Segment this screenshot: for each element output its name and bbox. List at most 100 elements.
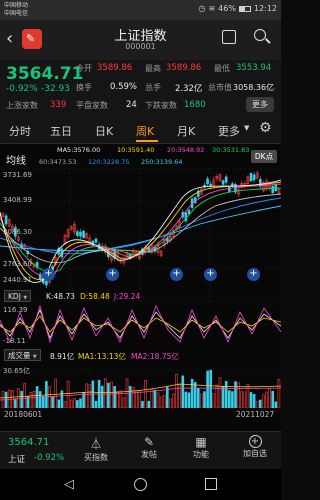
ma10-label: 10:3591.40 bbox=[117, 146, 155, 154]
add-marker-button[interactable]: + bbox=[170, 268, 183, 281]
function-button[interactable]: ▦ 功能 bbox=[186, 435, 216, 460]
back-triangle-icon[interactable]: ◁ bbox=[64, 477, 74, 492]
tab-weekly-k[interactable]: 周K bbox=[136, 123, 154, 139]
candle-body bbox=[94, 238, 98, 243]
volume-bar bbox=[252, 394, 256, 408]
low-value: 3553.94 bbox=[236, 63, 272, 73]
candle-body bbox=[76, 231, 79, 236]
dropdown-icon: ▼ bbox=[23, 295, 28, 301]
volume-bar bbox=[138, 390, 141, 408]
tab-more[interactable]: 更多 bbox=[218, 123, 240, 139]
plus-circle-icon: + bbox=[248, 435, 262, 448]
volume-chart[interactable] bbox=[0, 364, 281, 408]
open-value: 3589.86 bbox=[97, 63, 133, 73]
volume-bar bbox=[187, 392, 191, 408]
candle-body bbox=[79, 231, 82, 237]
price-axis-3: 3086.30 bbox=[3, 228, 32, 236]
price-axis-4: 2763.60 bbox=[3, 260, 32, 268]
ma20-label: 20:3548.92 bbox=[167, 146, 205, 154]
down-count-label: 下跌家数 bbox=[145, 101, 177, 110]
volume-bar bbox=[268, 387, 271, 408]
volume-bar bbox=[203, 391, 206, 408]
volume-bar bbox=[122, 397, 126, 408]
dk-point-button[interactable]: DK点 bbox=[251, 150, 277, 163]
candle-body bbox=[206, 178, 209, 185]
volume-bar bbox=[156, 392, 160, 408]
candle-body bbox=[4, 215, 8, 225]
clock: 12:12 bbox=[253, 4, 277, 13]
kdj-chart[interactable] bbox=[0, 304, 281, 344]
volume-bar bbox=[32, 390, 36, 408]
volume-bar bbox=[110, 381, 113, 408]
volume-bar bbox=[4, 391, 8, 408]
candle-body bbox=[252, 174, 256, 181]
tab-daily-k[interactable]: 日K bbox=[95, 123, 113, 139]
add-marker-button[interactable]: + bbox=[106, 268, 119, 281]
home-circle-icon[interactable] bbox=[134, 478, 147, 491]
volume-bar bbox=[54, 378, 58, 408]
more-button[interactable]: 更多 bbox=[246, 97, 274, 112]
volume-bar bbox=[193, 382, 197, 408]
kdj-axis-bottom: -18.11 bbox=[3, 337, 26, 345]
candlestick-chart[interactable] bbox=[0, 168, 281, 302]
volume-bar bbox=[274, 401, 278, 408]
price-axis-top: 3731.69 bbox=[3, 171, 32, 179]
volume-bar bbox=[113, 386, 116, 408]
carrier-1: 中国移动 bbox=[4, 2, 29, 9]
add-marker-button[interactable]: + bbox=[42, 268, 55, 281]
function-label: 功能 bbox=[193, 450, 209, 459]
volume-bar bbox=[262, 394, 265, 408]
status-right: ◷ ≋ 46% 12:12 bbox=[198, 4, 277, 13]
add-watchlist-label: 加自选 bbox=[243, 449, 267, 458]
buy-index-button[interactable]: ⏃ 买指数 bbox=[80, 435, 112, 463]
volume-bar bbox=[144, 380, 147, 408]
turnover-label: 换手 bbox=[76, 83, 92, 92]
low-label: 最低 bbox=[214, 64, 230, 73]
add-watchlist-button[interactable]: + 加自选 bbox=[236, 435, 274, 459]
volume-bar bbox=[175, 373, 178, 408]
volume-current: 8.91亿 bbox=[50, 352, 75, 361]
volume-ma1: MA1:13.13亿 bbox=[78, 352, 126, 361]
carrier-2: 中国电信 bbox=[4, 10, 29, 17]
down-count: 1680 bbox=[184, 100, 206, 110]
settings-icon[interactable]: ⚙ bbox=[259, 120, 272, 136]
add-marker-button[interactable]: + bbox=[204, 268, 217, 281]
volume-bar bbox=[249, 392, 253, 408]
volume-bar bbox=[255, 401, 259, 408]
add-marker-button[interactable]: + bbox=[247, 268, 260, 281]
volume-bar bbox=[107, 382, 110, 408]
battery-percent: 46% bbox=[218, 4, 236, 13]
tab-more-chevron-icon: ▼ bbox=[244, 124, 250, 132]
chart-area[interactable]: 均线 MA5:3576.00 10:3591.40 20:3548.92 30:… bbox=[0, 144, 281, 430]
nav-bar: ‹ ✎ 上证指数 000001 bbox=[0, 20, 281, 60]
alarm-icon: ◷ bbox=[198, 4, 206, 13]
candle-body bbox=[271, 186, 275, 194]
volume-bar bbox=[212, 393, 216, 408]
recent-apps-icon[interactable] bbox=[205, 478, 217, 490]
volume-bar bbox=[141, 401, 144, 408]
volume-bar bbox=[100, 385, 104, 408]
volume-ma2: MA2:18.75亿 bbox=[131, 352, 179, 361]
volume-bar bbox=[172, 393, 175, 408]
post-icon: ✎ bbox=[143, 435, 155, 449]
volume-bar bbox=[147, 400, 150, 408]
post-button[interactable]: ✎ 发帖 bbox=[134, 435, 164, 460]
last-price: 3564.71 bbox=[6, 64, 84, 84]
search-icon[interactable] bbox=[254, 29, 266, 41]
tab-intraday[interactable]: 分时 bbox=[9, 123, 31, 139]
candle-body bbox=[249, 173, 253, 182]
volume-selector[interactable]: 成交量 ▼ bbox=[4, 349, 41, 361]
share-icon[interactable] bbox=[222, 30, 236, 44]
kdj-d-value: D:58.48 bbox=[80, 292, 110, 301]
buy-index-icon: ⏃ bbox=[89, 437, 102, 451]
tab-five-day[interactable]: 五日 bbox=[50, 123, 72, 139]
change-percent: -0.92% bbox=[6, 84, 38, 94]
tab-monthly-k[interactable]: 月K bbox=[177, 123, 195, 139]
wifi-icon: ≋ bbox=[208, 4, 216, 13]
bottom-price: 3564.71 bbox=[8, 437, 50, 448]
flat-count-label: 平盘家数 bbox=[76, 101, 108, 110]
ma-title: 均线 bbox=[6, 156, 26, 167]
kdj-selector[interactable]: KDJ ▼ bbox=[4, 290, 32, 302]
kdj-j-value: J:29.24 bbox=[114, 292, 141, 301]
volume-bar bbox=[206, 370, 209, 408]
